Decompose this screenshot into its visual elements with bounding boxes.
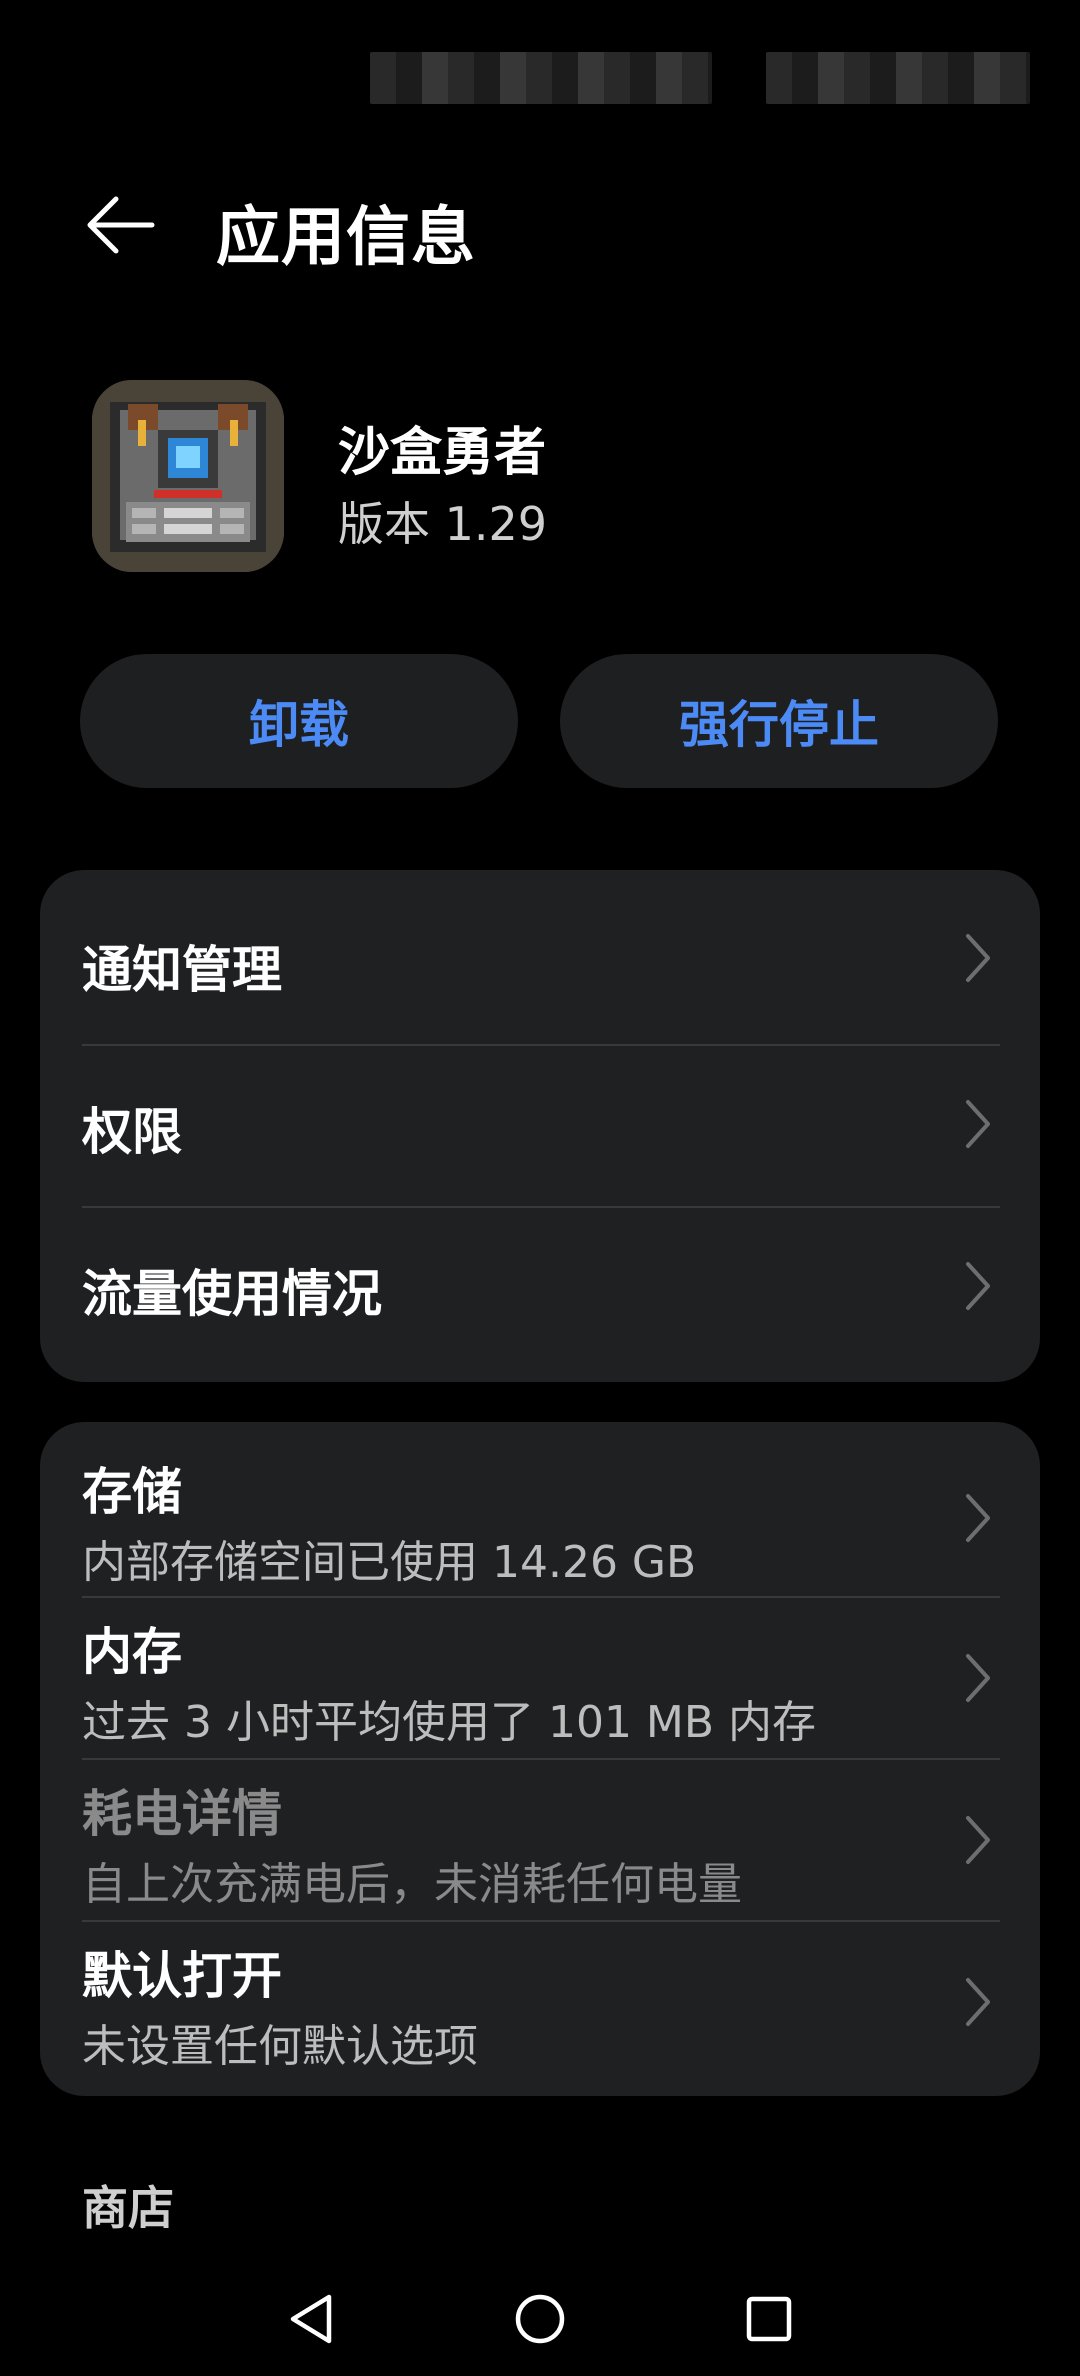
- battery-usage-item[interactable]: 耗电详情 自上次充满电后，未消耗任何电量: [40, 1760, 1040, 1920]
- open-by-default-label: 默认打开: [82, 1947, 282, 2005]
- status-bar-blurred-right: [766, 52, 1030, 104]
- triangle-back-icon: [290, 2294, 332, 2344]
- back-arrow-icon: [87, 196, 155, 254]
- permissions-item[interactable]: 权限: [40, 1046, 1040, 1206]
- system-navigation-bar: [0, 2264, 1080, 2376]
- notification-management-item[interactable]: 通知管理: [40, 870, 1040, 1044]
- app-icon: [92, 380, 284, 572]
- memory-label: 内存: [82, 1623, 182, 1681]
- open-by-default-detail: 未设置任何默认选项: [82, 2021, 478, 2072]
- settings-card-general: 通知管理 权限 流量使用情况: [40, 870, 1040, 1382]
- circle-home-icon: [515, 2294, 565, 2344]
- chevron-right-icon: [966, 1262, 990, 1310]
- storage-detail: 内部存储空间已使用 14.26 GB: [82, 1537, 697, 1588]
- chevron-right-icon: [966, 1978, 990, 2026]
- chevron-right-icon: [966, 1494, 990, 1542]
- storage-item[interactable]: 存储 内部存储空间已使用 14.26 GB: [40, 1422, 1040, 1596]
- square-recents-icon: [746, 2296, 792, 2342]
- settings-card-resources: 存储 内部存储空间已使用 14.26 GB 内存 过去 3 小时平均使用了 10…: [40, 1422, 1040, 2096]
- battery-usage-detail: 自上次充满电后，未消耗任何电量: [82, 1859, 742, 1910]
- nav-recents-button[interactable]: [724, 2284, 814, 2354]
- notification-management-label: 通知管理: [82, 941, 282, 999]
- memory-item[interactable]: 内存 过去 3 小时平均使用了 101 MB 内存: [40, 1598, 1040, 1758]
- memory-detail: 过去 3 小时平均使用了 101 MB 内存: [82, 1697, 817, 1748]
- nav-home-button[interactable]: [495, 2284, 585, 2354]
- store-section-title: 商店: [82, 2181, 174, 2235]
- app-summary: 沙盒勇者 版本 1.29: [0, 380, 1080, 580]
- storage-label: 存储: [82, 1463, 182, 1521]
- status-bar: [0, 0, 1080, 150]
- battery-usage-label: 耗电详情: [82, 1785, 282, 1843]
- permissions-label: 权限: [82, 1103, 182, 1161]
- status-bar-blurred-left: [370, 52, 712, 104]
- uninstall-button[interactable]: 卸载: [80, 654, 518, 788]
- app-name: 沙盒勇者: [338, 423, 547, 483]
- open-by-default-item[interactable]: 默认打开 未设置任何默认选项: [40, 1922, 1040, 2096]
- app-version: 版本 1.29: [338, 497, 548, 551]
- chevron-right-icon: [966, 1100, 990, 1148]
- data-usage-item[interactable]: 流量使用情况: [40, 1208, 1040, 1382]
- back-button[interactable]: [70, 180, 170, 270]
- nav-back-button[interactable]: [266, 2284, 356, 2354]
- page-title: 应用信息: [216, 201, 476, 275]
- data-usage-label: 流量使用情况: [82, 1265, 382, 1323]
- force-stop-button[interactable]: 强行停止: [560, 654, 998, 788]
- chevron-right-icon: [966, 934, 990, 982]
- app-bar: 应用信息: [0, 170, 1080, 280]
- chevron-right-icon: [966, 1654, 990, 1702]
- chevron-right-icon: [966, 1816, 990, 1864]
